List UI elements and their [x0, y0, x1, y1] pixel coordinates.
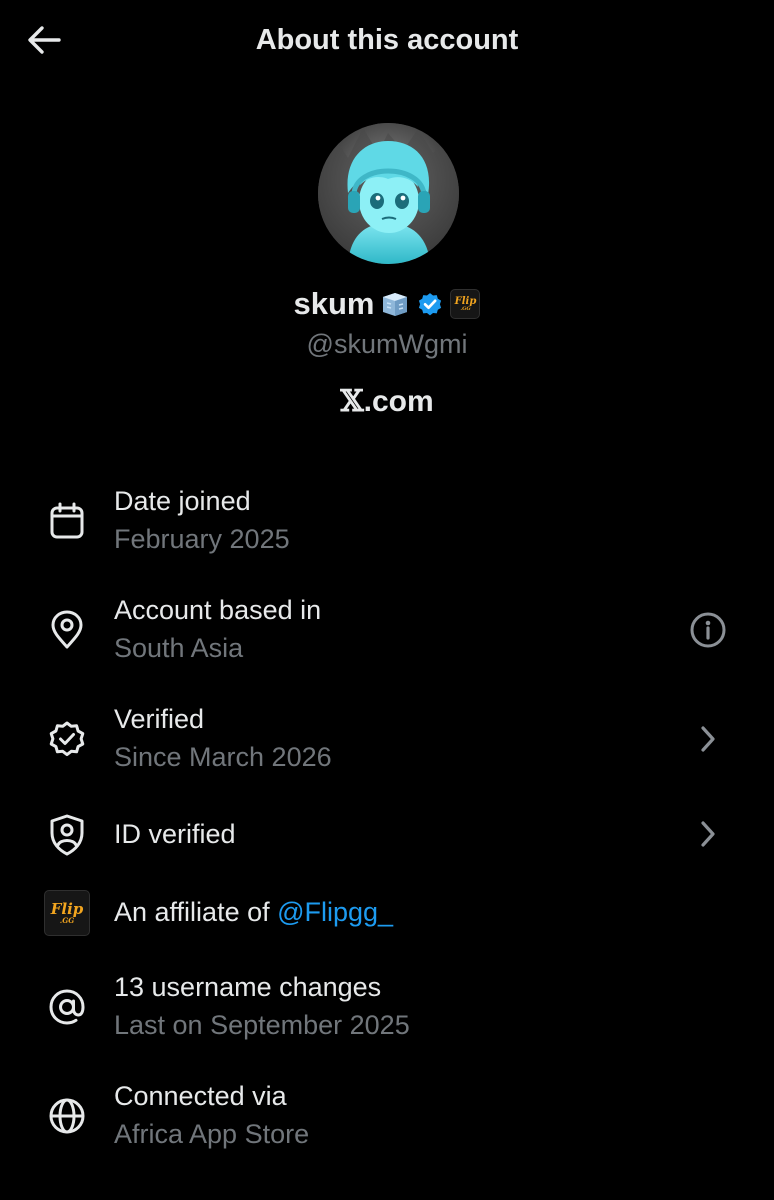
- ice-cube-icon: [380, 291, 410, 317]
- username-changes-row: 13 username changes Last on September 20…: [0, 968, 774, 1048]
- username-changes-label: 13 username changes: [114, 972, 382, 1002]
- affiliate-badge[interactable]: Flip .GG: [450, 289, 481, 319]
- display-name: skum: [293, 286, 375, 321]
- avatar-image: [318, 123, 459, 264]
- affiliate-link[interactable]: @Flipgg_: [277, 897, 393, 927]
- date-joined-label: Date joined: [114, 486, 251, 516]
- verified-row[interactable]: Verified Since March 2026: [0, 700, 774, 780]
- account-based-in-row: Account based in South Asia: [0, 591, 774, 671]
- verified-label: Verified: [114, 704, 205, 734]
- chevron-right-icon: [701, 821, 715, 847]
- name-row: skum Flip .GG: [0, 284, 774, 324]
- avatar[interactable]: [318, 123, 459, 264]
- calendar-icon: [44, 498, 90, 544]
- id-verified-label: ID verified: [114, 819, 236, 849]
- globe-icon: [44, 1093, 90, 1139]
- id-verified-chevron[interactable]: [686, 812, 730, 856]
- connected-via-row: Connected via Africa App Store: [0, 1077, 774, 1157]
- about-account-screen: About this account skum Flip .GG @skumWg…: [0, 0, 774, 1200]
- connected-via-label: Connected via: [114, 1081, 287, 1111]
- username-changes-value: Last on September 2025: [114, 1010, 410, 1040]
- id-verified-row[interactable]: ID verified: [0, 812, 774, 858]
- info-button[interactable]: [686, 608, 730, 652]
- connected-via-value: Africa App Store: [114, 1119, 310, 1149]
- handle: @skumWgmi: [306, 329, 468, 359]
- info-icon: [690, 612, 726, 648]
- verified-chevron[interactable]: [686, 717, 730, 761]
- account-based-in-value: South Asia: [114, 633, 244, 663]
- account-based-in-label: Account based in: [114, 595, 322, 625]
- location-pin-icon: [44, 607, 90, 653]
- shield-user-icon: [44, 812, 90, 858]
- x-logo-icon: 𝕏: [340, 384, 364, 419]
- page-title: About this account: [255, 24, 519, 56]
- date-joined-value: February 2025: [114, 524, 290, 554]
- verified-check-icon: [44, 716, 90, 762]
- at-sign-icon: [44, 984, 90, 1030]
- verified-since-value: Since March 2026: [114, 742, 332, 772]
- header: About this account: [0, 0, 774, 82]
- affiliate-prefix: An affiliate of: [114, 897, 278, 927]
- date-joined-row: Date joined February 2025: [0, 482, 774, 562]
- flip-affiliate-logo: Flip .GG: [44, 890, 90, 936]
- affiliate-row: Flip .GG An affiliate of @Flipgg_: [0, 890, 774, 936]
- verified-badge-icon[interactable]: [416, 290, 444, 318]
- site-label: 𝕏.com: [340, 384, 434, 419]
- chevron-right-icon: [701, 726, 715, 752]
